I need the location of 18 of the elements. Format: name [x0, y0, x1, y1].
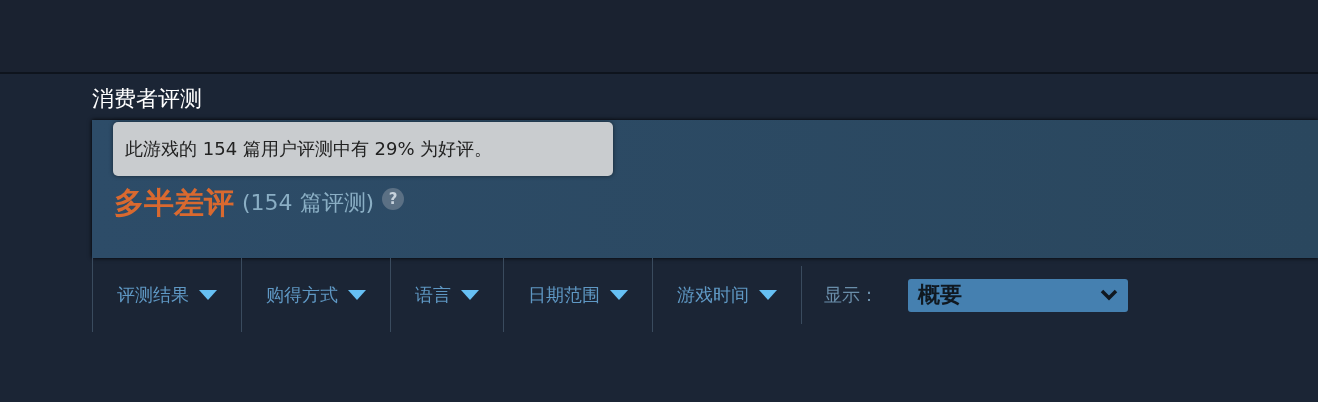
filter-dropdown[interactable]: 购得方式	[241, 258, 390, 332]
filter-dropdown[interactable]: 游戏时间	[652, 258, 801, 332]
filter-dropdown[interactable]: 语言	[390, 258, 503, 332]
filter-dropdown[interactable]: 评测结果	[92, 258, 241, 332]
dropdown-arrow-icon	[759, 290, 777, 300]
display-label: 显示：	[824, 283, 878, 307]
tooltip: 此游戏的 154 篇用户评测中有 29% 为好评。	[113, 122, 613, 176]
dropdown-arrow-icon	[610, 290, 628, 300]
dropdown-arrow-icon	[348, 290, 366, 300]
dropdown-arrow-icon	[461, 290, 479, 300]
help-icon[interactable]: ?	[382, 188, 405, 210]
dropdown-arrow-icon	[199, 290, 217, 300]
chevron-down-icon	[1100, 289, 1118, 301]
rating-text: 多半差评	[114, 185, 234, 221]
review-count: (154 篇评测)	[242, 189, 375, 217]
display-select[interactable]: 概要	[908, 278, 1128, 312]
filter-dropdown[interactable]: 日期范围	[503, 258, 652, 332]
section-title: 消费者评测	[92, 85, 202, 113]
